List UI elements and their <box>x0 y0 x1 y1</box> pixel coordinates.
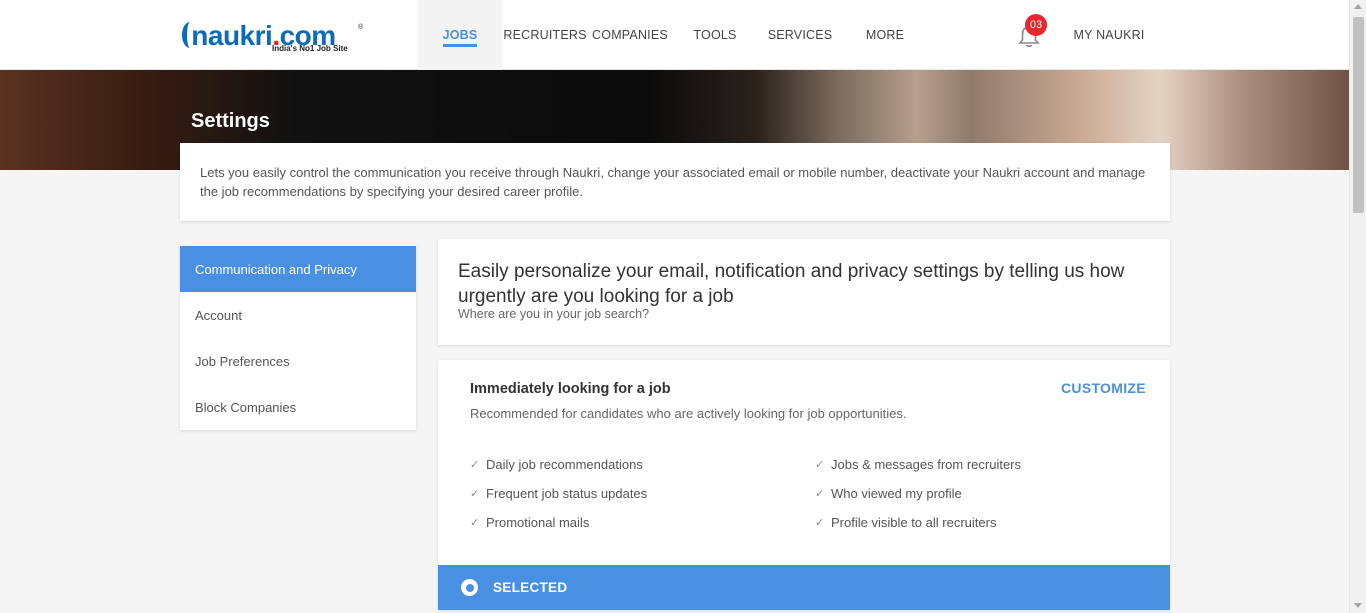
sidebar-item-block-companies[interactable]: Block Companies <box>180 384 416 430</box>
scroll-down-arrow-icon[interactable] <box>1354 603 1362 608</box>
nav-jobs[interactable]: JOBS <box>418 0 502 70</box>
logo-registered-mark: ® <box>358 24 364 31</box>
selected-option-bar[interactable]: SELECTED <box>438 565 1170 610</box>
personalize-heading-card: Easily personalize your email, notificat… <box>438 239 1170 345</box>
naukri-logo[interactable]: naukri.com ® India's No1 Job Site <box>182 20 364 54</box>
selected-label: SELECTED <box>493 580 568 595</box>
option-description: Recommended for candidates who are activ… <box>470 406 907 421</box>
check-icon: ✓ <box>815 459 825 471</box>
settings-sidebar: Communication and Privacy Account Job Pr… <box>180 246 416 430</box>
scroll-up-arrow-icon[interactable] <box>1354 4 1362 9</box>
check-icon: ✓ <box>815 517 825 529</box>
settings-description-card: Lets you easily control the communicatio… <box>180 143 1170 221</box>
personalize-subheading: Where are you in your job search? <box>458 307 650 321</box>
check-icon: ✓ <box>470 488 480 500</box>
scrollbar-thumb[interactable] <box>1353 17 1364 213</box>
feature-item: ✓ Jobs & messages from recruiters <box>815 457 1022 472</box>
customize-button[interactable]: CUSTOMIZE <box>1061 380 1146 396</box>
settings-description: Lets you easily control the communicatio… <box>200 165 1146 199</box>
notification-count-badge[interactable]: 03 <box>1025 14 1047 36</box>
sidebar-item-communication-privacy[interactable]: Communication and Privacy <box>180 246 416 292</box>
nav-recruiters[interactable]: RECRUITERS <box>503 0 586 70</box>
check-icon: ✓ <box>815 488 825 500</box>
page-title: Settings <box>191 110 270 132</box>
radio-selected-icon[interactable] <box>461 579 478 596</box>
personalize-heading: Easily personalize your email, notificat… <box>458 261 1125 307</box>
feature-item: ✓ Promotional mails <box>470 515 590 530</box>
option-title: Immediately looking for a job <box>470 381 671 397</box>
feature-item: ✓ Daily job recommendations <box>470 457 643 472</box>
check-icon: ✓ <box>470 517 480 529</box>
job-search-option-card[interactable]: Immediately looking for a job Recommende… <box>438 360 1170 610</box>
logo-tagline: India's No1 Job Site <box>272 44 348 53</box>
nav-services[interactable]: SERVICES <box>765 0 835 70</box>
feature-item: ✓ Who viewed my profile <box>815 486 962 501</box>
feature-item: ✓ Profile visible to all recruiters <box>815 515 997 530</box>
sidebar-item-job-preferences[interactable]: Job Preferences <box>180 338 416 384</box>
top-header: naukri.com ® India's No1 Job Site JOBS R… <box>0 0 1349 70</box>
nav-companies[interactable]: COMPANIES <box>590 0 670 70</box>
sidebar-item-account[interactable]: Account <box>180 292 416 338</box>
feature-item: ✓ Frequent job status updates <box>470 486 648 501</box>
nav-my-naukri[interactable]: MY NAUKRI <box>1070 0 1148 70</box>
nav-tools[interactable]: TOOLS <box>685 0 745 70</box>
page-scrollbar[interactable] <box>1349 0 1366 613</box>
check-icon: ✓ <box>470 459 480 471</box>
nav-jobs-label: JOBS <box>442 28 478 47</box>
nav-more[interactable]: MORE <box>860 0 910 70</box>
